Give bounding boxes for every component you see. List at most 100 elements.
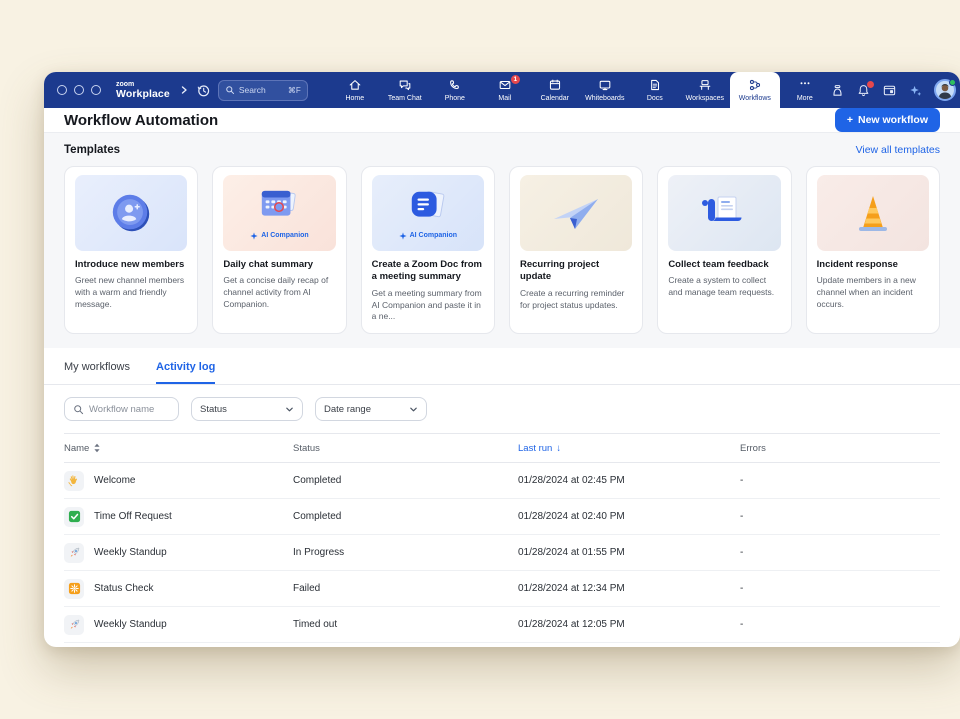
nav-item-calendar[interactable]: Calendar [530,72,580,108]
search-placeholder: Search [239,85,284,95]
page-header: Workflow Automation + New workflow [44,108,960,132]
new-workflow-button[interactable]: + New workflow [835,108,940,132]
workflow-errors: - [740,583,940,594]
template-cards: Introduce new members Greet new channel … [64,166,940,334]
search-icon [225,85,235,95]
template-card-daily-chat-summary[interactable]: AI Companion Daily chat summary Get a co… [212,166,346,334]
workflow-last-run: 01/28/2024 at 01:55 PM [518,547,740,558]
status-filter-dropdown[interactable]: Status [191,397,303,421]
contact-card-icon[interactable] [882,83,897,98]
card-title: Recurring project update [520,259,632,284]
template-card-zoom-doc-from-summary[interactable]: AI Companion Create a Zoom Doc from a me… [361,166,495,334]
sort-desc-icon: ↓ [556,443,561,454]
nav-item-workflows[interactable]: Workflows [730,72,780,108]
phone-icon [448,78,462,92]
workflow-status: Completed [293,511,518,522]
user-avatar[interactable] [934,79,956,101]
huddle-icon[interactable] [830,83,845,98]
doc-summary-icon [404,187,452,229]
filters-row: Workflow name Status Date range [44,385,960,433]
card-description: Create a system to collect and manage te… [668,275,780,299]
ai-companion-badge: AI Companion [399,232,457,240]
notifications-bell-icon[interactable] [856,83,871,98]
workflow-errors: - [740,475,940,486]
window-minimize-button[interactable] [74,85,84,95]
workflow-name: Time Off Request [94,511,172,522]
home-icon [348,78,362,92]
nav-item-phone[interactable]: Phone [430,72,480,108]
table-row[interactable]: Weekly Standup Timed out 01/28/2024 at 1… [64,607,940,643]
template-card-collect-team-feedback[interactable]: Collect team feedback Create a system to… [657,166,791,334]
logo-zoom-text: zoom [116,81,170,88]
window-close-button[interactable] [57,85,67,95]
card-art [75,175,187,251]
workflows-icon [748,78,762,92]
burst-icon [64,579,84,599]
card-art: AI Companion [223,175,335,251]
window-zoom-button[interactable] [91,85,101,95]
check-icon [64,507,84,527]
nav-item-more[interactable]: More [780,72,830,108]
table-row[interactable]: Weekly Standup In Progress 01/28/2024 at… [64,535,940,571]
nav-item-home[interactable]: Home [330,72,380,108]
logo-workplace-text: Workplace [116,89,170,100]
team-chat-icon [398,78,412,92]
view-all-templates-link[interactable]: View all templates [856,144,940,156]
table-row[interactable]: Status Check Failed 01/28/2024 at 12:34 … [64,571,940,607]
nav-item-mail[interactable]: 1 Mail [480,72,530,108]
workflow-name-search-input[interactable]: Workflow name [64,397,179,421]
tab-activity-log[interactable]: Activity log [156,361,215,384]
zoom-workplace-window: zoom Workplace Search ⌘F [44,72,960,647]
column-header-name[interactable]: Name [64,443,293,454]
nav-item-whiteboards[interactable]: Whiteboards [580,72,630,108]
template-card-introduce-new-members[interactable]: Introduce new members Greet new channel … [64,166,198,334]
nav-item-team-chat[interactable]: Team Chat [380,72,430,108]
chevron-right-icon[interactable] [179,85,189,95]
templates-heading: Templates [64,144,120,156]
date-range-filter-dropdown[interactable]: Date range [315,397,427,421]
global-search-input[interactable]: Search ⌘F [218,80,308,101]
card-title: Create a Zoom Doc from a meeting summary [372,259,484,284]
workflow-name: Weekly Standup [94,619,167,630]
tab-my-workflows[interactable]: My workflows [64,361,130,384]
card-art [817,175,929,251]
card-description: Get a meeting summary from AI Companion … [372,288,484,324]
nav-item-workspaces[interactable]: Workspaces [680,72,730,108]
card-title: Introduce new members [75,259,187,271]
notification-dot [867,81,874,88]
workflow-status: In Progress [293,547,518,558]
page-title: Workflow Automation [64,112,218,129]
titlebar-left: zoom Workplace Search ⌘F [57,72,308,108]
more-icon [798,78,812,92]
calendar-summary-icon [253,187,305,229]
nav-item-docs[interactable]: Docs [630,72,680,108]
rocket-icon [64,615,84,635]
table-row-partial[interactable] [64,643,940,647]
workflow-last-run: 01/28/2024 at 12:34 PM [518,583,740,594]
sparkle-icon [250,232,258,240]
workflow-last-run: 01/28/2024 at 12:05 PM [518,619,740,630]
template-card-recurring-project-update[interactable]: Recurring project update Create a recurr… [509,166,643,334]
chevron-down-icon [409,405,418,414]
ai-companion-icon[interactable] [908,83,923,98]
whiteboards-icon [598,78,612,92]
table-row[interactable]: Welcome Completed 01/28/2024 at 02:45 PM… [64,463,940,499]
docs-icon [648,78,662,92]
template-card-incident-response[interactable]: Incident response Update members in a ne… [806,166,940,334]
workflow-last-run: 01/28/2024 at 02:45 PM [518,475,740,486]
card-title: Daily chat summary [223,259,335,271]
workflow-name: Welcome [94,475,136,486]
workflow-status: Failed [293,583,518,594]
workflow-status: Completed [293,475,518,486]
table-row[interactable]: Time Off Request Completed 01/28/2024 at… [64,499,940,535]
paper-plane-icon [548,191,604,235]
card-title: Collect team feedback [668,259,780,271]
history-icon[interactable] [196,83,211,98]
card-description: Update members in a new channel when an … [817,275,929,311]
search-shortcut: ⌘F [288,86,301,95]
sparkle-icon [399,232,407,240]
card-art: AI Companion [372,175,484,251]
chevron-down-icon [285,405,294,414]
column-header-last-run[interactable]: Last run ↓ [518,443,740,454]
wave-icon [64,471,84,491]
